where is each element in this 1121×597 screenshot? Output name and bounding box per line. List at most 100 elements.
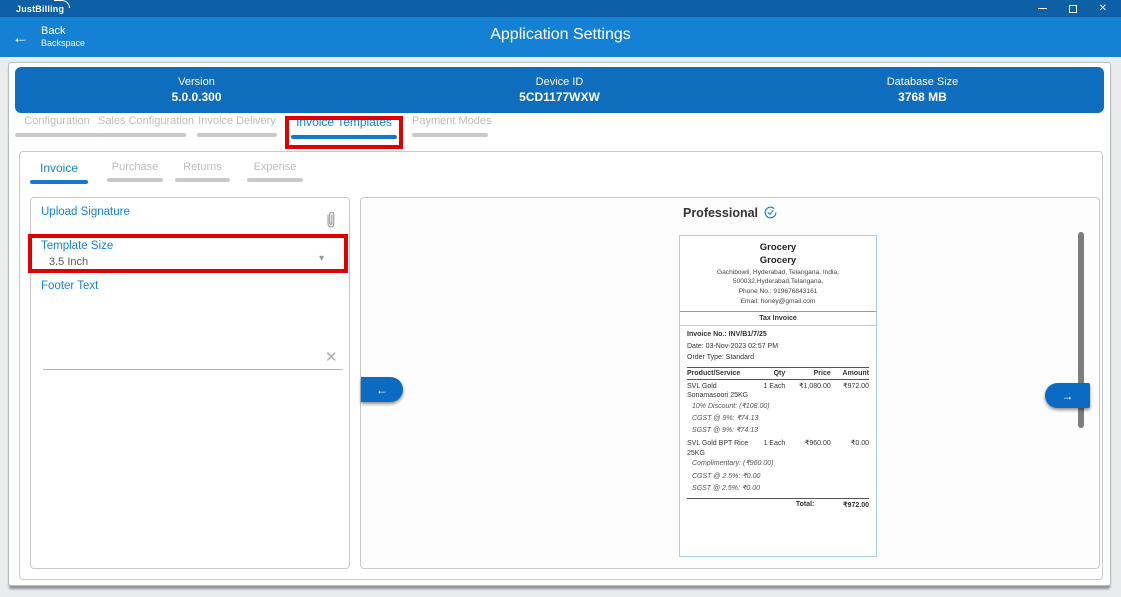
window-controls: ✕: [1038, 4, 1107, 14]
minimize-icon[interactable]: [1038, 8, 1047, 10]
device-id-value: 5CD1177WXW: [519, 90, 600, 104]
subtab-underline: [175, 178, 230, 182]
divider: [680, 325, 876, 326]
item-name: SVL Gold BPT Rice 25KG: [687, 439, 753, 458]
subtab-label: Expense: [247, 161, 303, 173]
tab-underline: [412, 133, 488, 137]
tab-label: Invoice Templates: [291, 115, 397, 129]
database-size-value: 3768 MB: [898, 90, 947, 104]
next-template-button[interactable]: →: [1045, 383, 1090, 408]
template-size-dropdown[interactable]: 3.5 Inch: [49, 256, 88, 268]
subtab-label: Invoice: [30, 161, 88, 175]
subtab-underline: [30, 180, 88, 184]
device-id-cell: Device ID 5CD1177WXW: [378, 67, 741, 113]
invoice-options-panel: Upload Signature Template Size 3.5 Inch …: [30, 197, 350, 569]
item-note: 10% Discount: (₹108.00): [687, 401, 869, 413]
order-type: Order Type: Standard: [687, 352, 869, 364]
store-phone: Phone No.: 919676843161: [687, 287, 869, 297]
upload-signature-button[interactable]: Upload Signature: [41, 206, 130, 218]
tab-invoice-templates[interactable]: Invoice Templates: [291, 115, 397, 145]
subtab-expense[interactable]: Expense: [247, 161, 303, 187]
version-label: Version: [178, 76, 215, 88]
device-id-label: Device ID: [536, 76, 584, 88]
logo-swoosh: [54, 0, 70, 8]
template-preview-panel: Professional Grocery Grocery Gachibowli,…: [360, 197, 1100, 569]
selected-check-icon: [764, 206, 777, 222]
item-qty: 1 Each: [753, 382, 786, 391]
database-size-cell: Database Size 3768 MB: [741, 67, 1104, 113]
tab-underline: [291, 135, 397, 139]
col-qty: Qty: [753, 370, 786, 377]
table-row: SVL Gold Sonamasoori 25KG 1 Each ₹1,080.…: [687, 380, 869, 401]
database-size-label: Database Size: [887, 76, 959, 88]
subtab-label: Returns: [175, 161, 230, 173]
invoice-templates-panel: Invoice Purchase Returns Expense Upload …: [19, 151, 1103, 580]
tab-underline: [98, 133, 186, 137]
template-name: Professional: [361, 206, 1099, 222]
tab-label: Payment Modes: [412, 115, 488, 127]
info-bar: Version 5.0.0.300 Device ID 5CD1177WXW D…: [15, 67, 1104, 113]
close-icon[interactable]: ✕: [1099, 4, 1107, 14]
justbilling-logo: JustBilling: [16, 4, 64, 14]
title-bar: JustBilling ✕: [0, 0, 1121, 17]
tab-invoice-delivery[interactable]: Invoice Delivery: [197, 115, 277, 145]
invoice-number: Invoice No.: INV/B1/7/25: [687, 329, 869, 341]
item-note: CGST @ 2.5%: ₹0.00: [687, 471, 869, 483]
clear-icon[interactable]: ✕: [325, 350, 338, 365]
subtab-returns[interactable]: Returns: [175, 161, 230, 187]
item-price: ₹1,080.00: [785, 382, 831, 391]
version-value: 5.0.0.300: [171, 90, 221, 104]
template-size-label: Template Size: [41, 240, 113, 252]
page-title: Application Settings: [0, 26, 1121, 44]
tab-payment-modes[interactable]: Payment Modes: [412, 115, 488, 145]
total-row: Total: ₹972.00: [687, 498, 869, 509]
settings-card: Version 5.0.0.300 Device ID 5CD1177WXW D…: [8, 62, 1111, 586]
tab-sales-configuration[interactable]: Sales Configuration: [98, 115, 186, 145]
store-name: Grocery: [687, 241, 869, 254]
chevron-down-icon[interactable]: ▾: [319, 253, 324, 264]
item-amount: ₹0.00: [831, 439, 869, 448]
col-price: Price: [785, 370, 831, 377]
total-value: ₹972.00: [814, 501, 869, 509]
version-cell: Version 5.0.0.300: [15, 67, 378, 113]
item-name: SVL Gold Sonamasoori 25KG: [687, 382, 753, 401]
store-address-2: 500032,Hyderabad,Telangana,: [687, 277, 869, 287]
paperclip-icon[interactable]: [324, 210, 337, 235]
invoice-preview: Grocery Grocery Gachibowli, Hyderabad, T…: [679, 235, 877, 557]
total-label: Total:: [796, 501, 815, 509]
subtab-purchase[interactable]: Purchase: [107, 161, 163, 187]
item-price: ₹960.00: [785, 439, 831, 448]
footer-text-label: Footer Text: [41, 280, 98, 292]
left-arrow-icon: ←: [376, 383, 388, 397]
item-note: Complimentary: (₹960.00): [687, 458, 869, 470]
tab-label: Invoice Delivery: [197, 115, 277, 127]
table-header-row: Product/Service Qty Price Amount: [687, 367, 869, 380]
invoice-date: Date: 03-Nov-2023 02:57 PM: [687, 341, 869, 353]
item-note: SGST @ 2.5%: ₹0.00: [687, 483, 869, 495]
doc-type: Tax Invoice: [687, 315, 869, 322]
footer-text-input[interactable]: [43, 369, 343, 370]
item-amount: ₹972.00: [831, 382, 869, 391]
item-note: SGST @ 9%: ₹74.13: [687, 425, 869, 437]
item-note: CGST @ 9%: ₹74.13: [687, 413, 869, 425]
store-name-2: Grocery: [687, 254, 869, 267]
app-header: ← Back Backspace Application Settings: [0, 17, 1121, 57]
tab-label: Sales Configuration: [98, 115, 186, 127]
previous-template-button[interactable]: ←: [361, 377, 403, 402]
maximize-icon[interactable]: [1069, 5, 1077, 13]
table-row: SVL Gold BPT Rice 25KG 1 Each ₹960.00 ₹0…: [687, 437, 869, 458]
subtab-underline: [107, 178, 163, 182]
invoice-items-table: Product/Service Qty Price Amount SVL Gol…: [687, 367, 869, 509]
subtab-label: Purchase: [107, 161, 163, 173]
divider: [680, 311, 876, 312]
store-address-1: Gachibowli, Hyderabad, Telangana, India,: [687, 268, 869, 278]
template-name-text: Professional: [683, 206, 758, 220]
tab-configuration[interactable]: Configuration: [15, 115, 99, 145]
col-amount: Amount: [831, 370, 869, 377]
col-product: Product/Service: [687, 370, 753, 377]
tab-label: Configuration: [15, 115, 99, 127]
store-email: Email: honey@gmail.com: [687, 297, 869, 307]
tab-underline: [197, 133, 277, 137]
subtab-invoice[interactable]: Invoice: [30, 161, 88, 187]
subtab-underline: [247, 178, 303, 182]
